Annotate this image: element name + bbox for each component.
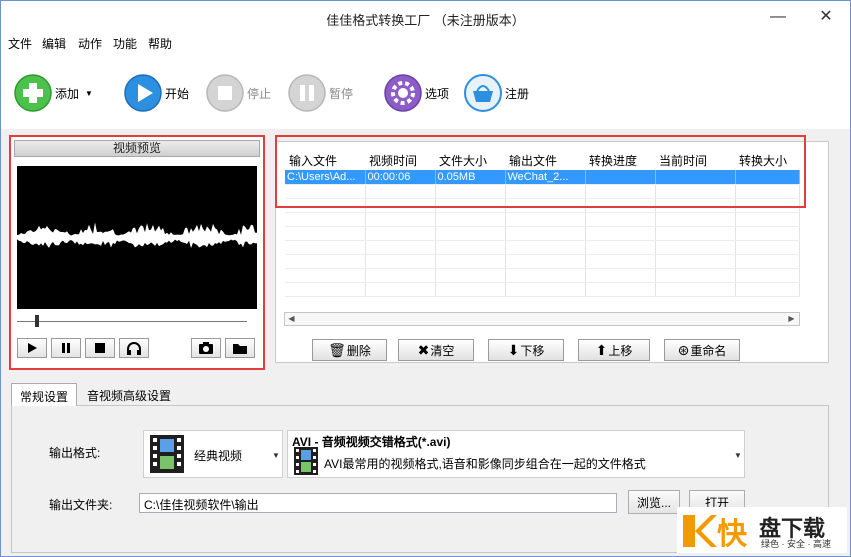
table-row [285,282,800,297]
tab-general-settings[interactable]: 常规设置 [11,383,78,406]
menu-bar: 文件 编辑 动作 功能 帮助 [1,33,850,53]
delete-label: 删除 [346,343,371,358]
register-button[interactable]: 注册 [463,73,529,113]
table-row [285,254,800,269]
app-window: 佳佳格式转换工厂 （未注册版本） — ✕ 文件 编辑 动作 功能 帮助 添加 ▼… [0,0,851,557]
preview-volume-button[interactable] [119,338,149,358]
menu-help[interactable]: 帮助 [148,35,172,52]
camera-icon [199,342,213,354]
trash-icon: 🗑 [328,341,346,358]
options-button[interactable]: 选项 [383,73,449,113]
watermark: 快 盘下载 绿色 · 安全 · 高速 [677,507,847,553]
format-category-value: 经典视频 [194,449,243,463]
preview-stop-button[interactable] [85,338,115,358]
rename-button[interactable]: ⊛ 重命名 [664,339,740,361]
play-icon [124,74,162,112]
menu-edit[interactable]: 编辑 [42,35,66,52]
watermark-slogan: 绿色 · 安全 · 高速 [761,539,831,549]
stop-button[interactable]: 停止 [205,73,271,113]
pause-button[interactable]: 暂停 [287,73,353,113]
seek-track[interactable] [17,321,247,322]
folder-icon [233,344,247,354]
film-icon [150,435,184,473]
stop-icon [95,343,105,353]
menu-file[interactable]: 文件 [8,35,32,52]
video-preview-panel: 视频预览 [9,135,265,370]
film-reel-icon: ⊛ [677,341,690,358]
table-row [285,226,800,241]
format-description: AVI最常用的视频格式,语音和影像同步组合在一起的文件格式 [324,457,646,471]
table-row [285,240,800,255]
basket-icon [464,74,502,112]
add-label: 添加 [55,86,80,101]
clear-button[interactable]: ✖ 清空 [398,339,474,361]
chevron-down-icon: ▼ [272,451,280,460]
preview-header: 视频预览 [14,140,260,157]
output-folder-input[interactable]: C:\佳佳视频软件\输出 [139,493,617,513]
file-list-highlight [275,135,806,208]
menu-function[interactable]: 功能 [113,35,137,52]
scroll-left-icon[interactable]: ◀ [285,313,298,325]
preview-pause-button[interactable] [51,338,81,358]
start-button[interactable]: 开始 [123,73,189,113]
options-label: 选项 [425,86,450,101]
audio-waveform [17,222,257,249]
table-row [285,212,800,227]
stop-icon [206,74,244,112]
arrow-up-icon: ⬆ [595,341,608,358]
minimize-button[interactable]: — [755,1,801,33]
play-icon [28,343,37,353]
film-icon [294,447,318,475]
arrow-down-icon: ⬇ [507,341,520,358]
gear-icon [384,74,422,112]
toolbar: 添加 ▼ 开始 停止 暂停 选项 注册 [1,53,850,129]
snapshot-button[interactable] [191,338,221,358]
move-up-label: 上移 [608,343,633,358]
window-title: 佳佳格式转换工厂 （未注册版本） [326,13,525,28]
open-folder-button[interactable] [225,338,255,358]
clear-label: 清空 [430,343,455,358]
watermark-logo [683,515,717,547]
menu-action[interactable]: 动作 [78,35,102,52]
headphones-icon [127,342,141,355]
output-format-label: 输出格式: [49,446,101,460]
register-label: 注册 [505,86,530,101]
browse-button[interactable]: 浏览... [628,490,680,514]
pause-icon [288,74,326,112]
horizontal-scrollbar[interactable]: ◀ ▶ [284,312,800,326]
output-folder-label: 输出文件夹: [49,498,113,512]
move-up-button[interactable]: ⬆ 上移 [578,339,650,361]
close-button[interactable]: ✕ [803,1,849,33]
stop-label: 停止 [247,86,272,101]
add-dropdown-icon[interactable]: ▼ [85,89,93,98]
add-icon [14,74,52,112]
format-category-select[interactable]: 经典视频 ▼ [143,430,283,478]
delete-button[interactable]: 🗑 删除 [312,339,387,361]
seek-thumb[interactable] [35,315,40,327]
watermark-char: 快 [717,518,747,551]
chevron-down-icon: ▼ [734,451,742,460]
pause-icon [62,343,70,353]
scroll-right-icon[interactable]: ▶ [785,313,798,325]
format-select[interactable]: AVI - 音频视频交错格式(*.avi) AVI最常用的视频格式,语音和影像同… [287,430,745,478]
rename-label: 重命名 [690,343,727,358]
cross-icon: ✖ [417,341,430,358]
table-row [285,268,800,283]
add-button[interactable]: 添加 ▼ [13,73,93,113]
pause-label: 暂停 [329,86,354,101]
start-label: 开始 [165,86,190,101]
preview-screen [17,166,257,309]
tab-av-advanced-settings[interactable]: 音视频高级设置 [79,383,179,405]
move-down-label: 下移 [520,343,545,358]
preview-play-button[interactable] [17,338,47,358]
move-down-button[interactable]: ⬇ 下移 [488,339,564,361]
title-bar: 佳佳格式转换工厂 （未注册版本） — ✕ [1,1,850,33]
